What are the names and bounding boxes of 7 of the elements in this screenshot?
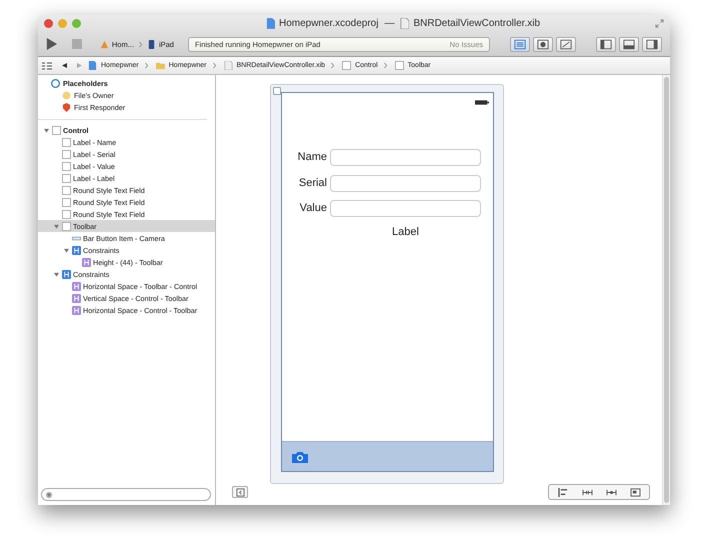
field-label: Value xyxy=(300,202,327,214)
window-title: Homepwner.xcodeproj xyxy=(278,18,378,29)
window-title: BNRDetailViewController.xib xyxy=(413,18,540,29)
field-label: Serial xyxy=(298,177,327,189)
field-label: Name xyxy=(298,151,327,163)
title-separator: — xyxy=(384,18,394,29)
label-text: Label xyxy=(391,226,420,238)
